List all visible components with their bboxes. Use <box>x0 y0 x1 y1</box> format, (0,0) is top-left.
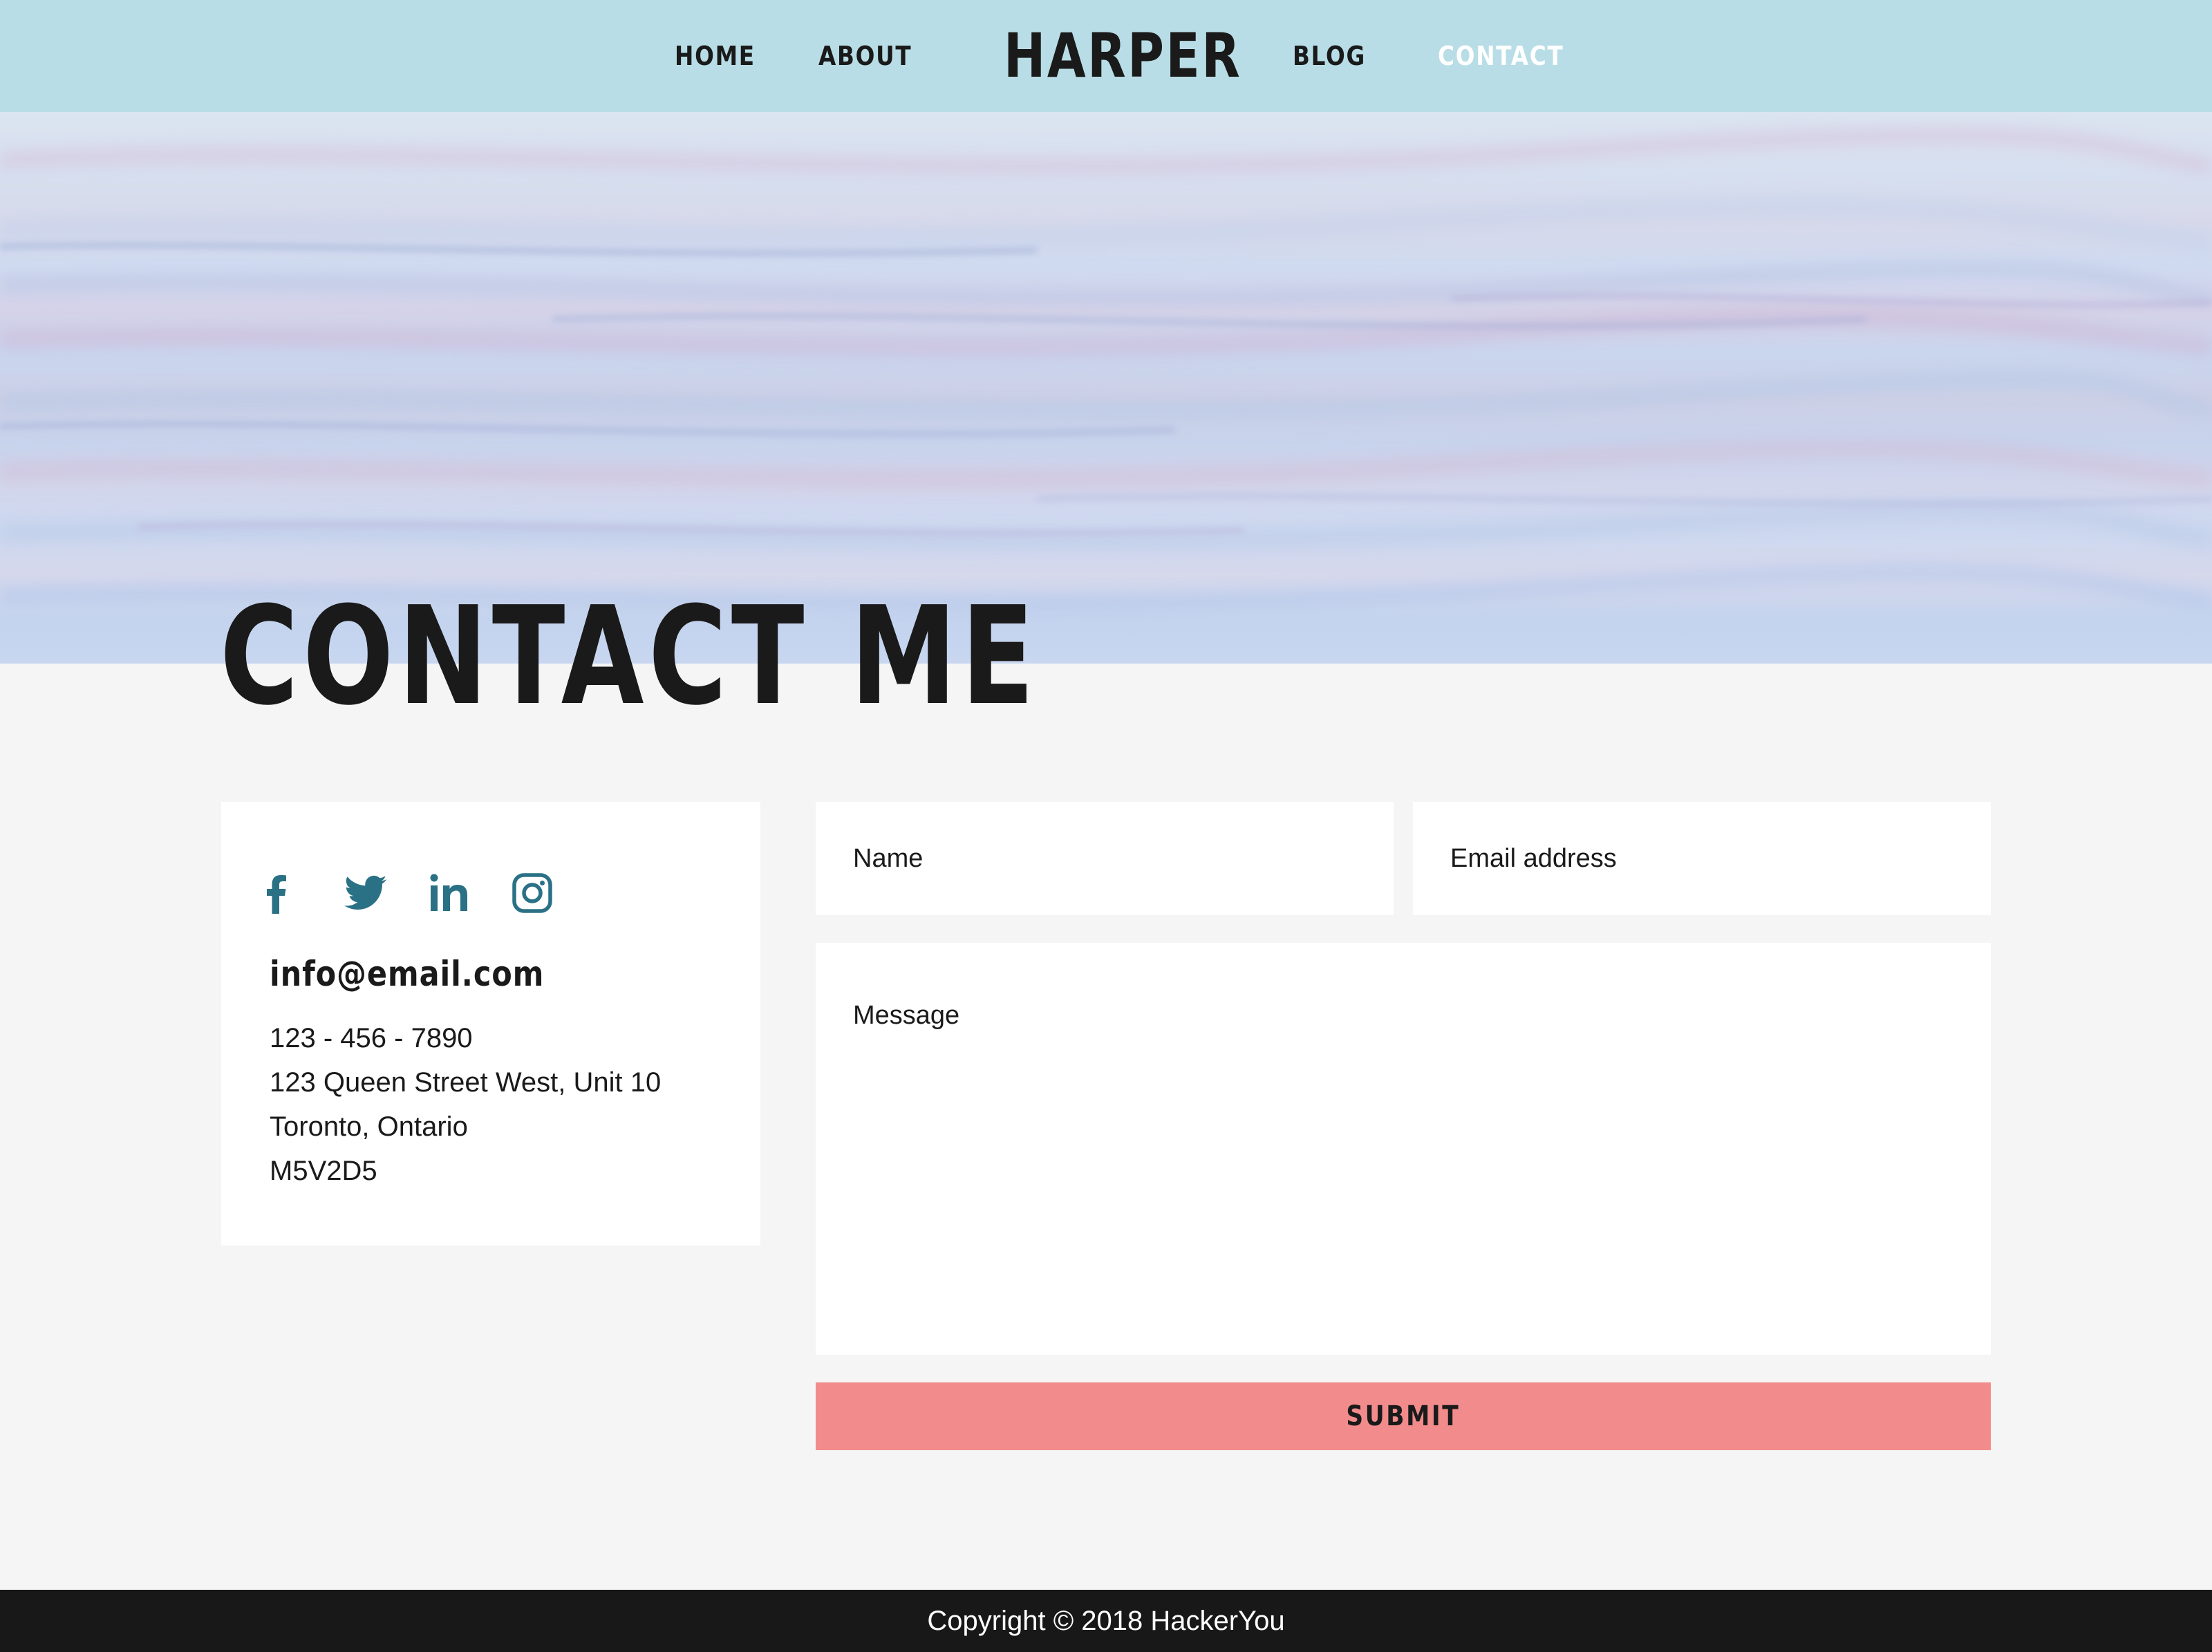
contact-street-address: 123 Queen Street West, Unit 10 <box>270 1067 662 1098</box>
nav-blog-link[interactable]: BLOG <box>1293 0 1366 112</box>
name-input[interactable] <box>816 802 1394 915</box>
facebook-icon[interactable] <box>260 871 304 915</box>
footer-copyright: Copyright © 2018 HackerYou <box>927 1606 1285 1636</box>
page-title: CONTACT ME <box>220 578 1039 735</box>
message-textarea[interactable] <box>816 943 1991 1355</box>
submit-button-label: SUBMIT <box>1346 1400 1461 1432</box>
site-header: HOME ABOUT HARPER BLOG CONTACT <box>0 0 2212 112</box>
contact-phone: 123 - 456 - 7890 <box>270 1023 473 1053</box>
twitter-icon[interactable] <box>344 871 388 915</box>
nav-about-link[interactable]: ABOUT <box>818 0 912 112</box>
contact-email[interactable]: info@email.com <box>270 950 544 998</box>
contact-city: Toronto, Ontario <box>270 1111 468 1142</box>
nav-contact-link[interactable]: CONTACT <box>1438 0 1564 112</box>
nav-home-link[interactable]: HOME <box>675 0 756 112</box>
instagram-icon[interactable] <box>510 871 554 915</box>
contact-info-card: info@email.com 123 - 456 - 7890 123 Quee… <box>221 802 760 1246</box>
email-input[interactable] <box>1413 802 1991 915</box>
linkedin-icon[interactable] <box>427 871 471 915</box>
submit-button[interactable]: SUBMIT <box>816 1382 1991 1450</box>
contact-postal-code: M5V2D5 <box>270 1156 377 1186</box>
site-logo[interactable]: HARPER <box>1004 0 1241 112</box>
site-footer: Copyright © 2018 HackerYou <box>0 1590 2212 1652</box>
